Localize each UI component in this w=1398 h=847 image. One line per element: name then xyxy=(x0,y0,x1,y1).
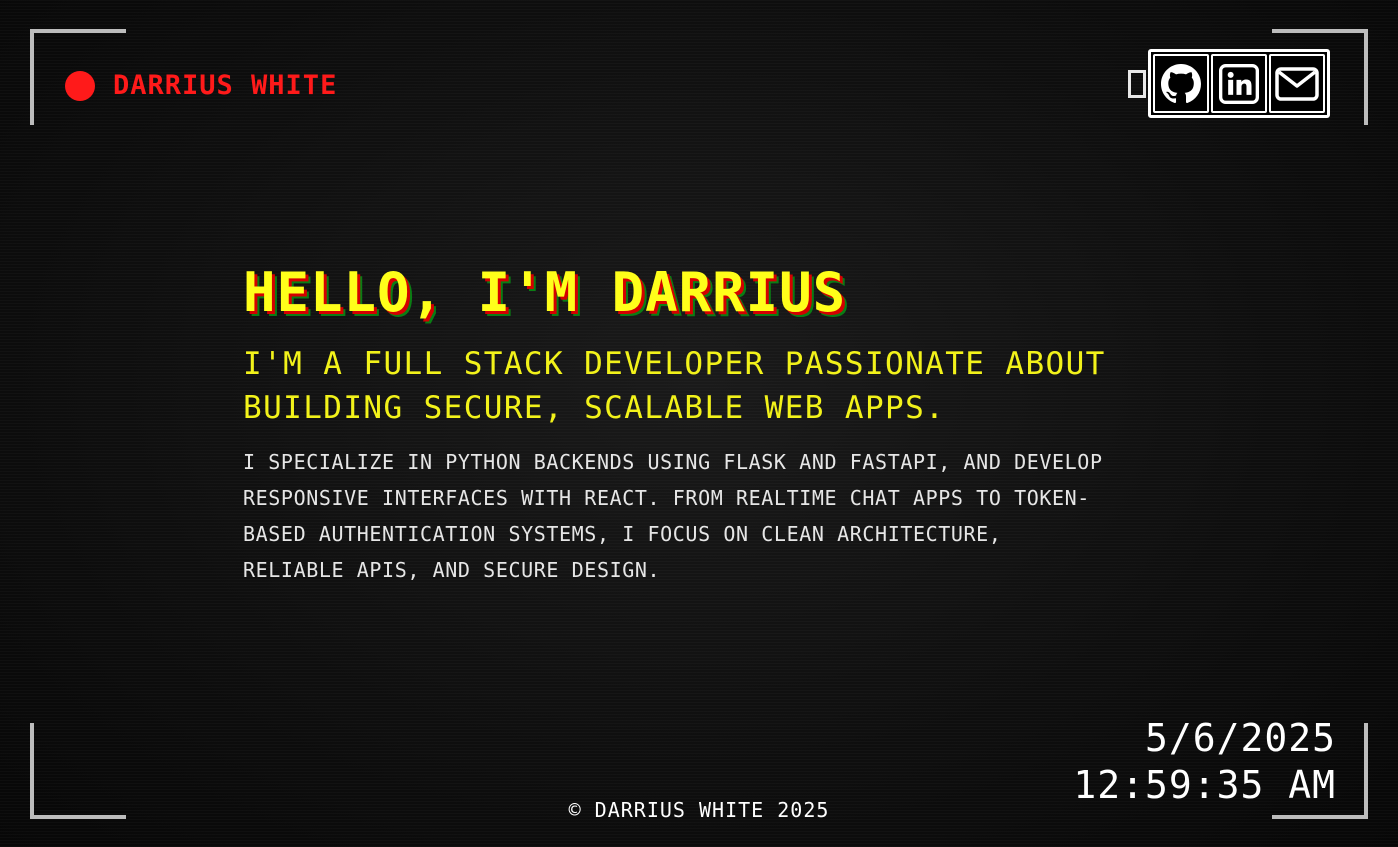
record-dot-icon xyxy=(65,70,95,101)
timestamp-date: 5/6/2025 xyxy=(1144,716,1336,760)
github-link[interactable] xyxy=(1153,54,1209,113)
linkedin-icon xyxy=(1219,63,1259,104)
email-link[interactable] xyxy=(1269,54,1325,113)
camera-timestamp: 5/6/2025 12:59:35 AM xyxy=(1073,715,1336,809)
hero-title: HELLO, I'M DARRIUS xyxy=(243,261,847,324)
linkedin-link[interactable] xyxy=(1211,54,1267,113)
recording-indicator: DARRIUS WHITE xyxy=(65,70,337,101)
social-links-group xyxy=(1148,49,1330,118)
social-links xyxy=(1128,49,1330,118)
mail-icon xyxy=(1275,66,1319,101)
github-icon xyxy=(1161,63,1201,104)
cursor-icon xyxy=(1128,69,1146,98)
footer-copyright: © DARRIUS WHITE 2025 xyxy=(568,798,830,822)
hero-description: I specialize in Python backends using Fl… xyxy=(243,450,1103,582)
hero-section: HELLO, I'M DARRIUS I'M A FULL STACK DEVE… xyxy=(243,262,1173,588)
hero-subtitle: I'M A FULL STACK DEVELOPER PASSIONATE AB… xyxy=(243,346,1106,426)
site-name: DARRIUS WHITE xyxy=(113,70,338,101)
